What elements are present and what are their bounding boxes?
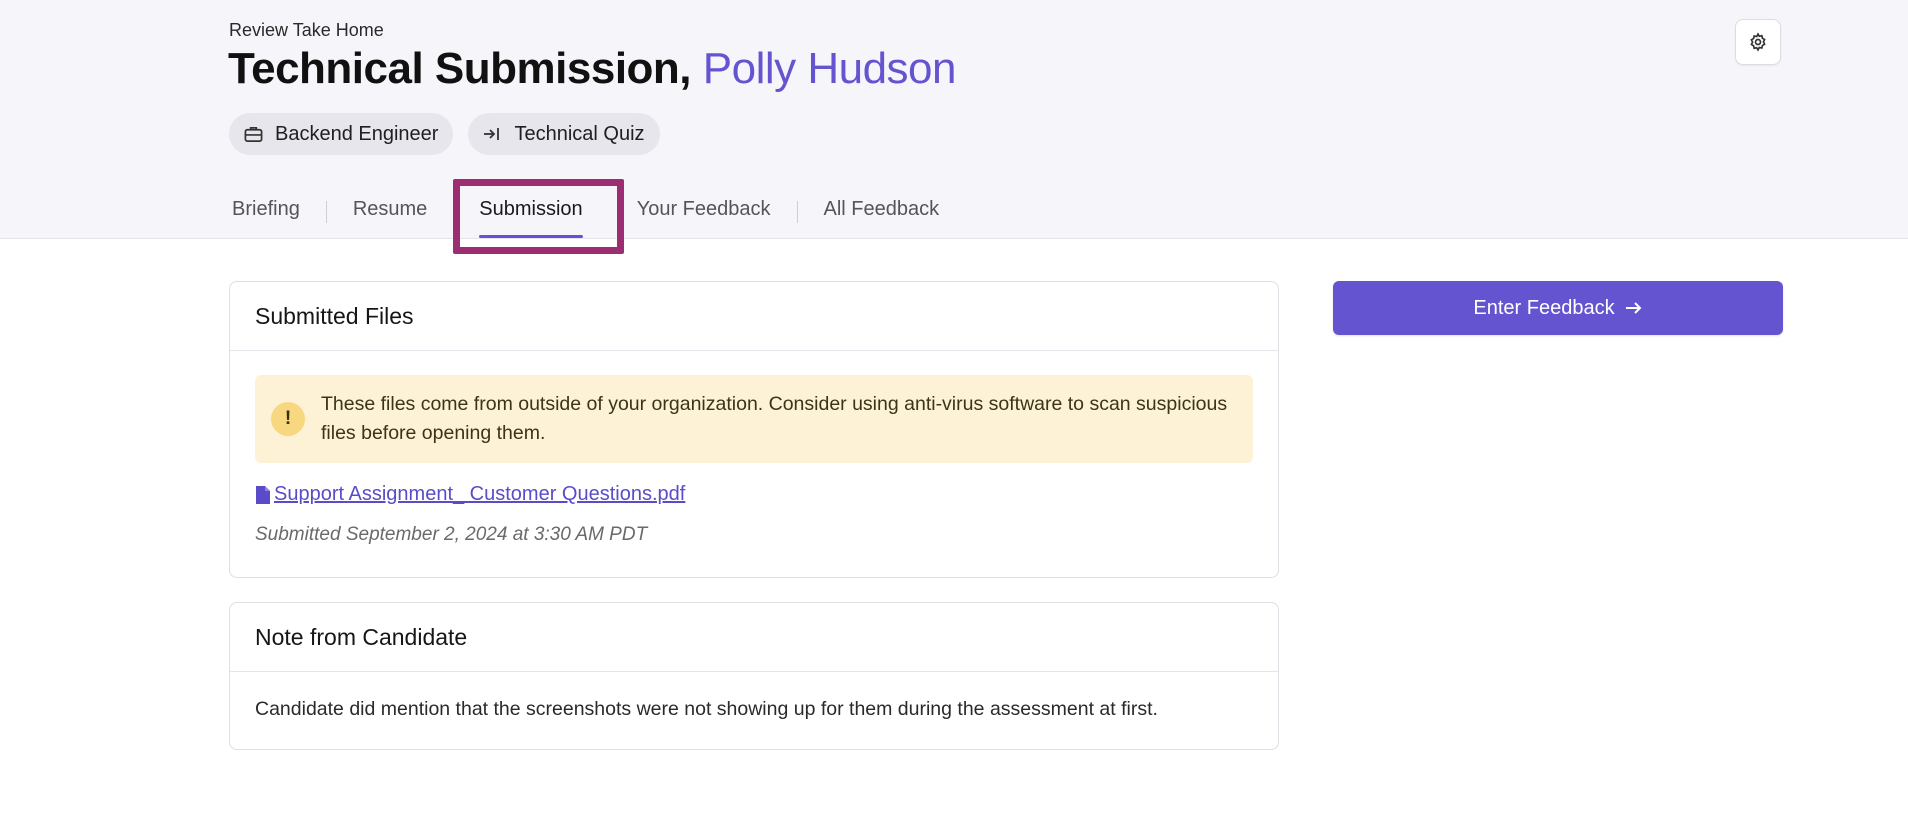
chip-role: Backend Engineer: [229, 113, 454, 155]
chip-stage: Technical Quiz: [468, 113, 660, 155]
tab-bar: Briefing Resume Submission Your Feedback…: [232, 190, 939, 238]
candidate-name: Polly Hudson: [702, 44, 957, 93]
role-chips: Backend Engineer Technical Quiz: [229, 113, 660, 155]
gear-icon: [1750, 32, 1766, 52]
chip-stage-label: Technical Quiz: [514, 122, 645, 145]
candidate-note-heading: Note from Candidate: [230, 603, 1278, 672]
arrow-to-line-icon: [482, 124, 502, 144]
page-title-prefix: Technical Submission,: [228, 44, 692, 93]
warning-text: These files come from outside of your or…: [321, 393, 1228, 444]
tab-all-feedback[interactable]: All Feedback: [824, 190, 940, 238]
tab-divider: [796, 201, 798, 223]
enter-feedback-button[interactable]: Enter Feedback: [1333, 281, 1783, 335]
tab-briefing[interactable]: Briefing: [232, 190, 300, 238]
tab-divider: [325, 201, 327, 223]
file-icon: [256, 485, 270, 504]
tab-your-feedback[interactable]: Your Feedback: [637, 190, 771, 238]
warning-icon: !: [271, 402, 305, 436]
submission-timestamp: Submitted September 2, 2024 at 3:30 AM P…: [255, 524, 648, 545]
candidate-note-card: Note from Candidate Candidate did mentio…: [229, 602, 1279, 750]
briefcase-icon: [243, 124, 263, 144]
chip-role-label: Backend Engineer: [275, 122, 439, 145]
file-link[interactable]: Support Assignment_ Customer Questions.p…: [255, 483, 1278, 506]
submitted-files-heading: Submitted Files: [230, 282, 1278, 351]
page-title: Technical Submission, Polly Hudson: [228, 44, 957, 94]
arrow-right-icon: [1625, 302, 1642, 314]
candidate-note-text: Candidate did mention that the screensho…: [255, 698, 1158, 720]
submitted-files-card: Submitted Files ! These files come from …: [229, 281, 1279, 578]
file-name[interactable]: Support Assignment_ Customer Questions.p…: [274, 483, 685, 506]
tab-submission[interactable]: Submission: [479, 190, 584, 238]
enter-feedback-label: Enter Feedback: [1473, 296, 1615, 319]
tab-resume[interactable]: Resume: [353, 190, 427, 238]
security-warning: ! These files come from outside of your …: [255, 375, 1253, 463]
settings-button[interactable]: [1735, 19, 1781, 65]
page-eyebrow: Review Take Home: [229, 20, 384, 40]
